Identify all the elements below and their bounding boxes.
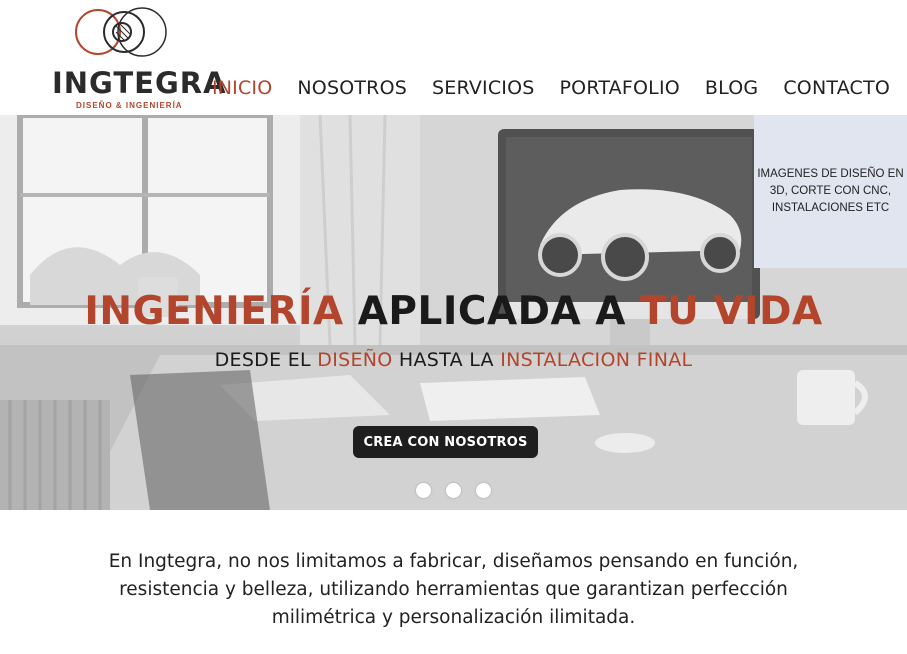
- hero-title-part1: INGENIERÍA: [84, 289, 344, 334]
- hero-subtitle: DESDE EL DISEÑO HASTA LA INSTALACION FIN…: [0, 349, 907, 371]
- hero-title-part2: APLICADA A: [357, 289, 626, 334]
- nav-item-portafolio[interactable]: PORTAFOLIO: [560, 77, 680, 99]
- slider-dot-1[interactable]: [416, 483, 431, 498]
- slider-dots: [416, 483, 491, 498]
- hero-sub-part2: DISEÑO: [317, 349, 393, 371]
- hero-sub-part4: INSTALACION FINAL: [500, 349, 693, 371]
- hero-sub-part3: HASTA LA: [398, 349, 494, 371]
- nav-item-servicios[interactable]: SERVICIOS: [432, 77, 535, 99]
- nav-item-nosotros[interactable]: NOSOTROS: [297, 77, 407, 99]
- hero-sub-part1: DESDE EL: [214, 349, 311, 371]
- slider-dot-2[interactable]: [446, 483, 461, 498]
- intro-paragraph: En Ingtegra, no nos limitamos a fabricar…: [108, 551, 799, 628]
- nav-item-contacto[interactable]: CONTACTO: [783, 77, 890, 99]
- nav-item-blog[interactable]: BLOG: [705, 77, 758, 99]
- main-nav: INICIO NOSOTROS SERVICIOS PORTAFOLIO BLO…: [212, 77, 890, 99]
- cta-button[interactable]: CREA CON NOSOTROS: [353, 426, 538, 458]
- logo-rings-icon: [75, 7, 167, 57]
- brand-tagline: DISEÑO & INGENIERÍA: [76, 101, 183, 110]
- nav-item-inicio[interactable]: INICIO: [212, 77, 272, 99]
- hero-title-part3: TU VIDA: [640, 289, 823, 334]
- slider-dot-3[interactable]: [476, 483, 491, 498]
- hero-slider: IMAGENES DE DISEÑO EN 3D, CORTE CON CNC,…: [0, 115, 907, 510]
- hero-title: INGENIERÍA APLICADA A TU VIDA: [0, 289, 907, 334]
- info-box: IMAGENES DE DISEÑO EN 3D, CORTE CON CNC,…: [754, 115, 907, 268]
- site-header: INGTEGRA DISEÑO & INGENIERÍA INICIO NOSO…: [0, 0, 907, 115]
- brand-name: INGTEGRA: [52, 66, 227, 100]
- brand-logo[interactable]: INGTEGRA DISEÑO & INGENIERÍA: [50, 6, 226, 112]
